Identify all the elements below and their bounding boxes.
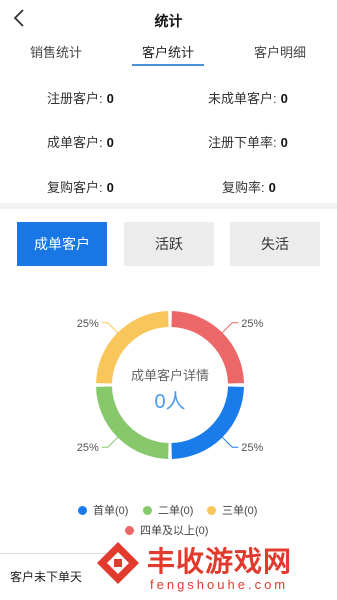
stat-registered: 注册客户: 0 — [47, 88, 114, 107]
legend-label: 首单(0) — [93, 505, 129, 517]
legend-item: 二单(0) — [143, 502, 193, 518]
slice-leader-line — [221, 322, 239, 334]
chart-center-value: 0人 — [154, 390, 185, 413]
donut-chart: 成单客户详情 0人 25% 25% 25% 25% — [77, 311, 263, 459]
segment-inactive-button[interactable]: 失活 — [230, 222, 320, 266]
slice-leader-line — [101, 322, 119, 334]
slice-percent-label: 25% — [241, 318, 263, 330]
segment-ordered-customers-button[interactable]: 成单客户 — [17, 222, 107, 266]
stat-unordered: 未成单客户: 0 — [208, 88, 288, 107]
legend-item: 四单及以上(0) — [125, 522, 208, 538]
slice-leader-line — [101, 436, 119, 448]
chart-center-title: 成单客户详情 — [131, 368, 209, 383]
stat-label: 注册客户: — [47, 91, 103, 106]
slice-leader-line — [221, 436, 239, 448]
legend-dot — [207, 505, 216, 515]
stat-repurchase: 复购客户: 0 — [47, 177, 114, 196]
stat-label: 复购率: — [222, 180, 265, 195]
slice-percent-label: 25% — [77, 442, 99, 454]
legend-dot — [78, 505, 87, 515]
watermark: 丰收游戏网 fengshouhe.com — [95, 540, 335, 600]
legend-label: 三单(0) — [222, 505, 258, 517]
segment-active-button[interactable]: 活跃 — [124, 222, 214, 266]
header: 统计 — [0, 0, 337, 36]
legend-label: 四单及以上(0) — [140, 525, 209, 537]
tab-customer-stats[interactable]: 客户统计 — [142, 42, 194, 61]
tab-customer-details[interactable]: 客户明细 — [254, 42, 306, 61]
stat-label: 注册下单率: — [208, 135, 277, 150]
section-divider — [0, 203, 337, 209]
customer-no-order-days-tab[interactable]: 客户未下单天 — [0, 553, 106, 598]
page-title: 统计 — [154, 13, 183, 29]
watermark-logo-icon — [97, 542, 139, 584]
legend-dot — [125, 525, 134, 535]
stat-value: 0 — [106, 135, 114, 150]
legend-item: 三单(0) — [207, 502, 257, 518]
stat-value: 0 — [280, 91, 288, 106]
stat-reg-order-rate: 注册下单率: 0 — [208, 132, 288, 151]
stat-value: 0 — [106, 91, 114, 106]
legend-item: 首单(0) — [78, 502, 128, 518]
slice-percent-label: 25% — [241, 442, 263, 454]
slice-percent-label: 25% — [77, 318, 99, 330]
active-tab-indicator — [132, 64, 204, 66]
stat-value: 0 — [106, 180, 114, 195]
legend-label: 二单(0) — [158, 505, 194, 517]
stat-label: 成单客户: — [47, 135, 103, 150]
stat-value: 0 — [280, 135, 288, 150]
stat-ordered: 成单客户: 0 — [47, 132, 114, 151]
stat-label: 未成单客户: — [208, 91, 277, 106]
watermark-subtext: fengshouhe.com — [150, 577, 289, 592]
stat-repurchase-rate: 复购率: 0 — [222, 177, 276, 196]
stat-value: 0 — [268, 180, 276, 195]
legend-dot — [143, 505, 152, 515]
stat-label: 复购客户: — [47, 180, 103, 195]
tab-sales-stats[interactable]: 销售统计 — [30, 42, 82, 61]
watermark-text: 丰收游戏网 — [147, 546, 293, 577]
